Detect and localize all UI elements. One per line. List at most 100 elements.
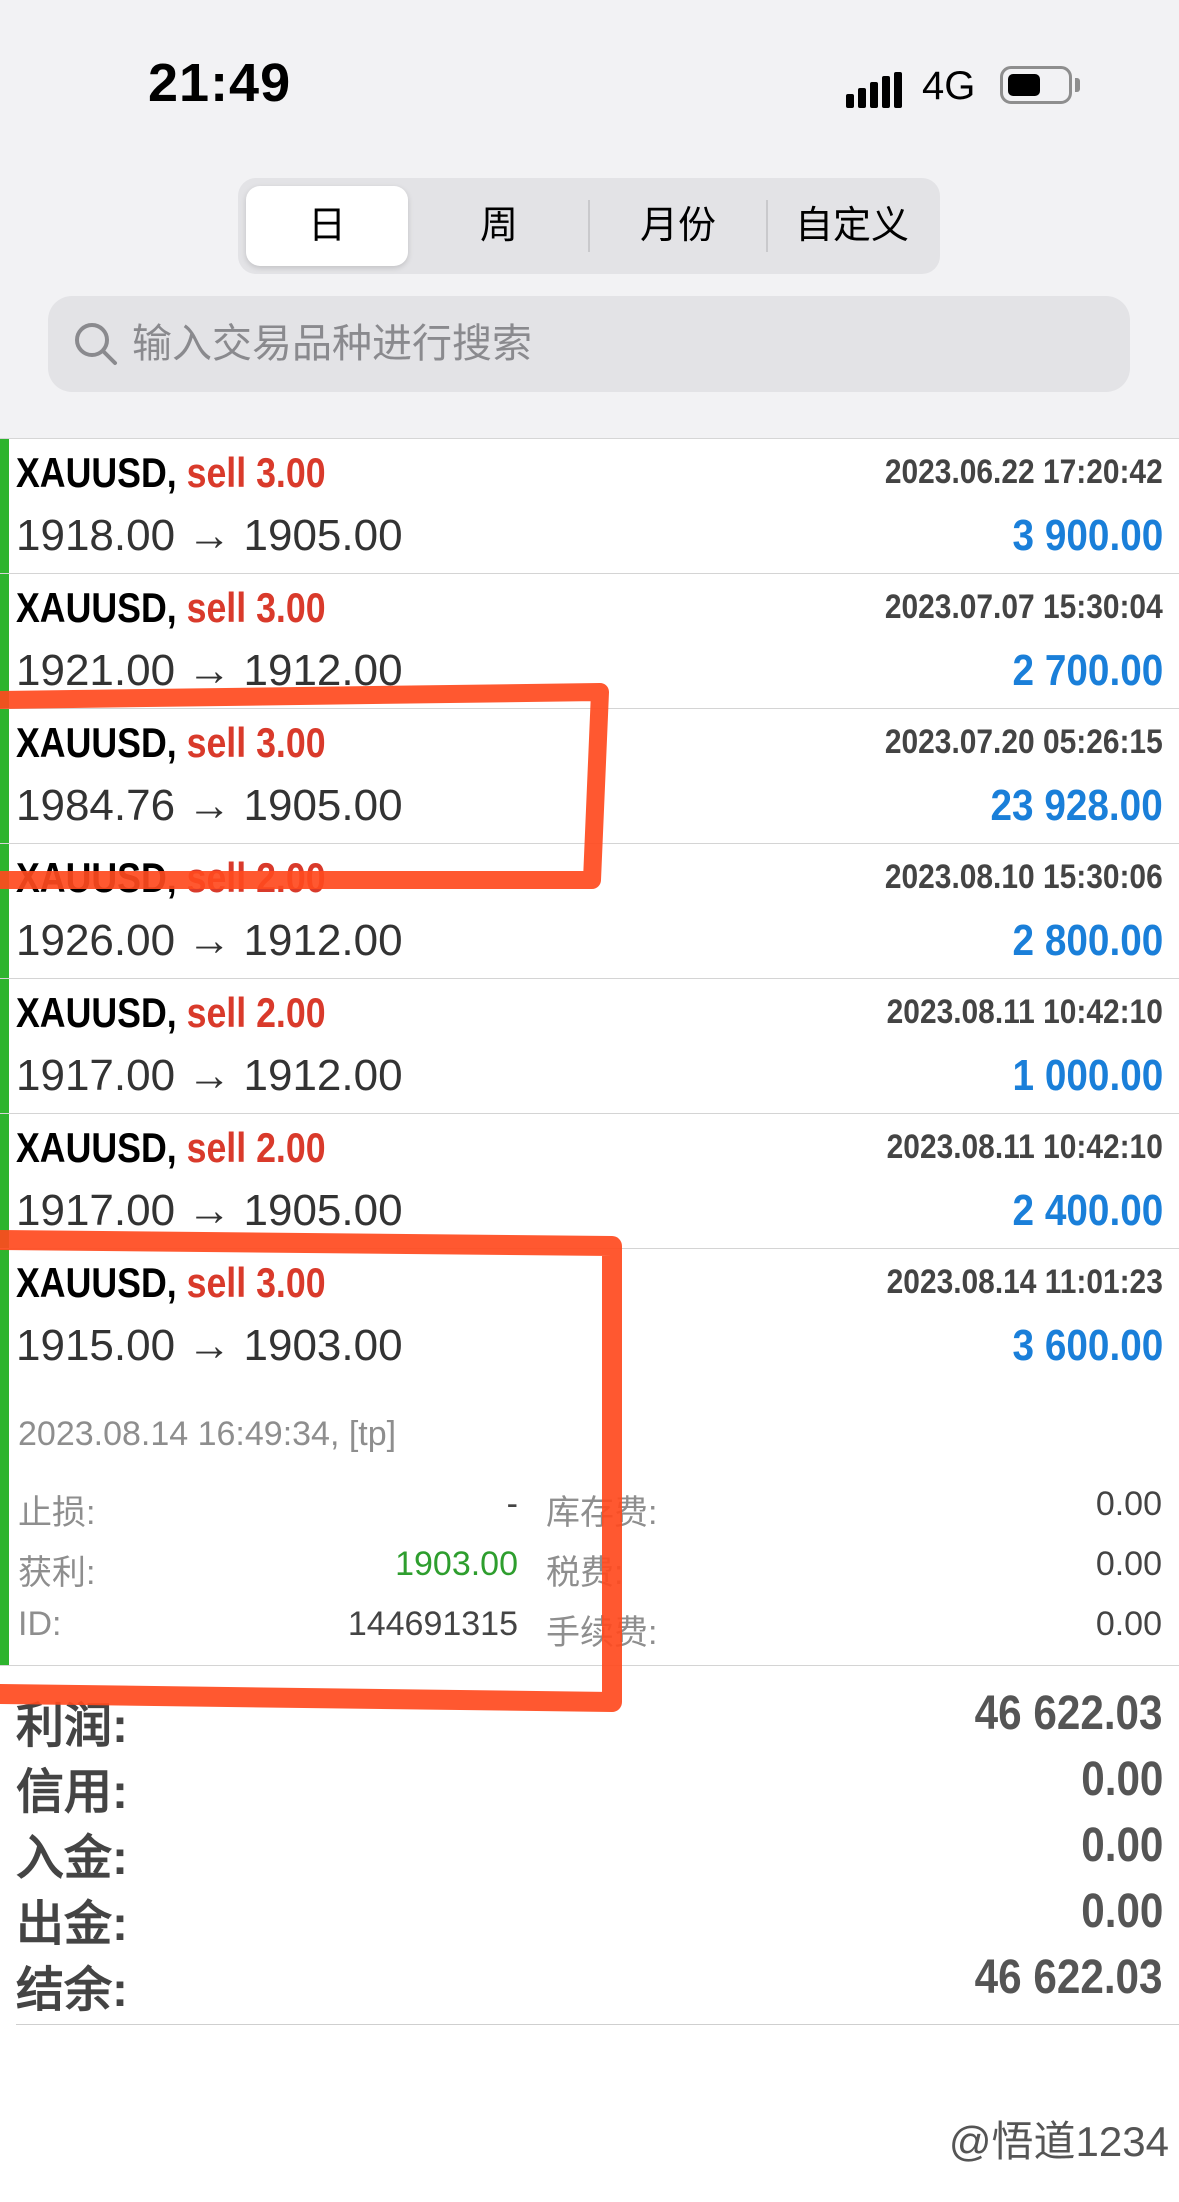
take-profit-label: 获利: — [18, 1554, 96, 1592]
summary-divider — [16, 2024, 1179, 2025]
period-segmented-control: 日 周 月份 自定义 — [238, 178, 940, 274]
trade-side: sell 2.00 — [186, 989, 326, 1036]
trade-prices: 1984.76 → 1905.00 — [16, 781, 403, 830]
tab-divider — [766, 200, 768, 252]
summary-value: 46 622.03 — [975, 1951, 1163, 2004]
trade-profit: 2 700.00 — [1012, 646, 1163, 695]
trade-profit: 2 800.00 — [1012, 916, 1163, 965]
trade-row[interactable]: XAUUSD, sell 2.00 2023.08.11 10:42:10 19… — [0, 979, 1179, 1114]
trade-title: XAUUSD, sell 3.00 — [16, 1259, 326, 1307]
summary-withdrawal: 出金: 0.00 — [16, 1884, 1163, 1951]
summary-balance: 结余: 46 622.03 — [16, 1950, 1163, 2017]
summary-deposit: 入金: 0.00 — [16, 1818, 1163, 1885]
trade-row[interactable]: XAUUSD, sell 3.00 2023.06.22 17:20:42 19… — [0, 439, 1179, 574]
trade-prices: 1917.00 → 1912.00 — [16, 1051, 403, 1100]
tax-label: 税费: — [546, 1554, 624, 1592]
row-indicator — [0, 844, 9, 978]
trade-profit: 3 900.00 — [1012, 511, 1163, 560]
summary-label: 入金: — [16, 1832, 128, 1885]
take-profit-value: 1903.00 — [395, 1545, 518, 1583]
stop-loss-label: 止损: — [18, 1494, 96, 1532]
trade-symbol: XAUUSD, — [16, 854, 177, 901]
trade-title: XAUUSD, sell 3.00 — [16, 584, 326, 632]
trade-time: 2023.07.20 05:26:15 — [885, 723, 1163, 761]
search-icon — [75, 323, 117, 365]
status-time: 21:49 — [148, 53, 292, 113]
trade-side: sell 3.00 — [186, 1259, 326, 1306]
stop-loss-value: - — [506, 1485, 518, 1523]
id-label: ID: — [18, 1605, 62, 1643]
close-time-reason: 2023.08.14 16:49:34, [tp] — [18, 1415, 397, 1453]
trade-time: 2023.08.11 10:42:10 — [886, 993, 1163, 1031]
trade-time: 2023.06.22 17:20:42 — [885, 453, 1163, 491]
trade-row[interactable]: XAUUSD, sell 2.00 2023.08.11 10:42:10 19… — [0, 1114, 1179, 1249]
trade-prices: 1918.00 → 1905.00 — [16, 511, 403, 560]
trade-symbol: XAUUSD, — [16, 1259, 177, 1306]
trade-prices: 1926.00 → 1912.00 — [16, 916, 403, 965]
trade-title: XAUUSD, sell 3.00 — [16, 449, 326, 497]
summary-credit: 信用: 0.00 — [16, 1752, 1163, 1819]
trade-profit: 2 400.00 — [1012, 1186, 1163, 1235]
trade-prices: 1915.00 → 1903.00 — [16, 1321, 403, 1370]
trade-time: 2023.08.14 11:01:23 — [886, 1263, 1163, 1301]
trade-prices: 1917.00 → 1905.00 — [16, 1186, 403, 1235]
tax-value: 0.00 — [1095, 1545, 1162, 1583]
trade-time: 2023.08.10 15:30:06 — [885, 858, 1163, 896]
tab-week[interactable]: 周 — [414, 186, 584, 266]
trade-title: XAUUSD, sell 2.00 — [16, 854, 326, 902]
row-indicator — [0, 1114, 9, 1248]
trade-row[interactable]: XAUUSD, sell 3.00 2023.07.20 05:26:15 19… — [0, 709, 1179, 844]
trade-side: sell 3.00 — [186, 449, 326, 496]
summary-label: 出金: — [16, 1898, 128, 1951]
trade-side: sell 2.00 — [186, 1124, 326, 1171]
tab-day[interactable]: 日 — [246, 186, 408, 266]
summary-value: 0.00 — [1080, 1819, 1163, 1872]
trade-profit: 1 000.00 — [1012, 1051, 1163, 1100]
summary-label: 结余: — [16, 1964, 128, 2017]
trade-side: sell 3.00 — [186, 584, 326, 631]
search-input[interactable] — [132, 296, 1092, 392]
trade-profit: 3 600.00 — [1012, 1321, 1163, 1370]
network-type: 4G — [922, 64, 976, 108]
trade-row-expanded[interactable]: XAUUSD, sell 3.00 2023.08.14 11:01:23 19… — [0, 1249, 1179, 1666]
swap-value: 0.00 — [1095, 1485, 1162, 1523]
trade-side: sell 2.00 — [186, 854, 326, 901]
trade-symbol: XAUUSD, — [16, 1124, 177, 1171]
trade-symbol: XAUUSD, — [16, 449, 177, 496]
trade-prices: 1921.00 → 1912.00 — [16, 646, 403, 695]
summary-label: 信用: — [16, 1766, 128, 1819]
trade-row[interactable]: XAUUSD, sell 3.00 2023.07.07 15:30:04 19… — [0, 574, 1179, 709]
summary-profit: 利润: 46 622.03 — [16, 1686, 1163, 1753]
id-value: 144691315 — [347, 1605, 518, 1643]
trade-title: XAUUSD, sell 3.00 — [16, 719, 326, 767]
trade-profit: 23 928.00 — [990, 781, 1163, 830]
battery-cap — [1075, 78, 1080, 92]
tab-month[interactable]: 月份 — [592, 186, 764, 266]
trade-symbol: XAUUSD, — [16, 584, 177, 631]
row-indicator — [0, 979, 9, 1113]
cellular-signal-icon — [846, 72, 904, 108]
swap-label: 库存费: — [546, 1494, 658, 1532]
trade-symbol: XAUUSD, — [16, 989, 177, 1036]
trade-row[interactable]: XAUUSD, sell 2.00 2023.08.10 15:30:06 19… — [0, 844, 1179, 979]
trade-time: 2023.08.11 10:42:10 — [886, 1128, 1163, 1166]
search-bar[interactable] — [48, 296, 1130, 392]
tab-divider — [588, 200, 590, 252]
row-indicator — [0, 574, 9, 708]
tab-custom[interactable]: 自定义 — [770, 186, 934, 266]
summary-value: 46 622.03 — [975, 1687, 1163, 1740]
trade-title: XAUUSD, sell 2.00 — [16, 1124, 326, 1172]
summary-value: 0.00 — [1080, 1885, 1163, 1938]
battery-icon — [1000, 66, 1072, 104]
trade-side: sell 3.00 — [186, 719, 326, 766]
commission-label: 手续费: — [546, 1614, 658, 1652]
trade-time: 2023.07.07 15:30:04 — [885, 588, 1163, 626]
trade-title: XAUUSD, sell 2.00 — [16, 989, 326, 1037]
summary-label: 利润: — [16, 1700, 128, 1753]
row-indicator — [0, 709, 9, 843]
commission-value: 0.00 — [1095, 1605, 1162, 1643]
trade-symbol: XAUUSD, — [16, 719, 177, 766]
header-area: 21:49 4G 日 周 月份 自定义 — [0, 0, 1179, 439]
row-indicator — [0, 1249, 9, 1665]
row-indicator — [0, 439, 9, 573]
